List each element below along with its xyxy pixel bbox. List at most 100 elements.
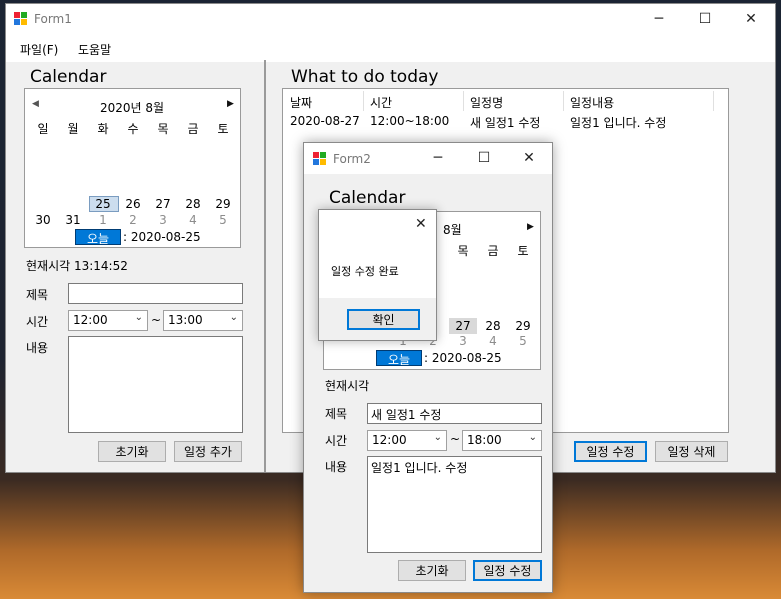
maximize-icon[interactable]: ☐ xyxy=(462,143,506,173)
today-button[interactable]: 오늘 xyxy=(376,350,422,367)
end-time-select[interactable]: 13:00 ⌄ xyxy=(163,310,243,331)
calendar-day[interactable]: 29 xyxy=(210,197,236,211)
prev-month-icon[interactable]: ◀ xyxy=(32,99,39,109)
calendar-day[interactable]: 2 xyxy=(120,213,146,227)
reset-button[interactable]: 초기화 xyxy=(98,441,166,462)
header-divider xyxy=(463,91,464,111)
title-input[interactable]: 새 일정1 수정 xyxy=(367,403,542,424)
close-icon[interactable]: ✕ xyxy=(415,216,427,232)
header-divider xyxy=(363,91,364,111)
column-header[interactable]: 일정명 xyxy=(470,94,503,111)
calendar-day[interactable]: 31 xyxy=(60,213,86,227)
cell-date: 2020-08-27 xyxy=(290,114,360,128)
title-label: 제목 xyxy=(26,288,49,302)
ok-button[interactable]: 확인 xyxy=(347,309,420,330)
chevron-down-icon: ⌄ xyxy=(229,312,238,323)
header-divider xyxy=(713,91,714,111)
edit-schedule-button[interactable]: 일정 수정 xyxy=(473,560,542,581)
window-title: Form2 xyxy=(333,152,371,166)
calendar-day[interactable]: 4 xyxy=(180,213,206,227)
today-date: : 2020-08-25 xyxy=(123,230,201,244)
content-textarea[interactable]: 일정1 입니다. 수정 xyxy=(367,456,542,553)
time-label: 시간 xyxy=(325,434,348,448)
vertical-divider xyxy=(264,60,266,472)
start-time-value: 12:00 xyxy=(372,433,407,447)
table-row[interactable]: 2020-08-27 12:00~18:00 새 일정1 수정 일정1 입니다.… xyxy=(283,113,728,131)
calendar-day[interactable]: 26 xyxy=(120,197,146,211)
weekday: 토 xyxy=(517,244,529,258)
column-header[interactable]: 일정내용 xyxy=(570,94,614,111)
app-icon xyxy=(313,152,327,166)
close-icon[interactable]: ✕ xyxy=(728,4,774,34)
menubar: 파일(F) 도움말 xyxy=(6,35,775,62)
today-date: : 2020-08-25 xyxy=(424,351,502,365)
start-time-select[interactable]: 12:00 ⌄ xyxy=(68,310,148,331)
calendar-day[interactable]: 3 xyxy=(450,334,476,348)
next-month-icon[interactable]: ▶ xyxy=(227,99,234,109)
weekday: 일 xyxy=(37,122,49,136)
dialog-message: 일정 수정 완료 xyxy=(331,265,399,278)
chevron-down-icon: ⌄ xyxy=(433,432,442,443)
calendar-day[interactable]: 29 xyxy=(510,319,536,333)
month-calendar[interactable]: ◀ 2020년 8월 ▶ 일 월 화 수 목 금 토 25 26 27 28 2… xyxy=(24,88,241,248)
edit-schedule-button[interactable]: 일정 수정 xyxy=(574,441,647,462)
title-input[interactable] xyxy=(68,283,243,304)
time-separator: ~ xyxy=(450,432,461,446)
current-time: 현재시각 xyxy=(325,379,370,393)
current-time: 현재시각 13:14:52 xyxy=(26,259,128,273)
today-button[interactable]: 오늘 xyxy=(75,229,121,246)
weekday: 토 xyxy=(217,122,229,136)
time-separator: ~ xyxy=(151,313,162,327)
calendar-day[interactable]: 5 xyxy=(210,213,236,227)
todo-title: What to do today xyxy=(291,67,439,87)
end-time-select[interactable]: 18:00 ⌄ xyxy=(462,430,542,451)
calendar-day[interactable]: 28 xyxy=(480,319,506,333)
calendar-day[interactable]: 1 xyxy=(90,213,116,227)
calendar-day[interactable]: 28 xyxy=(180,197,206,211)
menu-file[interactable]: 파일(F) xyxy=(20,41,58,58)
cell-content: 일정1 입니다. 수정 xyxy=(570,116,667,130)
weekday: 월 xyxy=(67,122,79,136)
next-month-icon[interactable]: ▶ xyxy=(527,222,534,232)
weekday: 금 xyxy=(187,122,199,136)
month-label: 8월 xyxy=(443,223,462,237)
weekday: 목 xyxy=(157,122,169,136)
content-textarea-value: 일정1 입니다. 수정 xyxy=(371,461,468,475)
cell-name: 새 일정1 수정 xyxy=(470,116,541,130)
minimize-icon[interactable]: ─ xyxy=(416,143,460,173)
reset-button[interactable]: 초기화 xyxy=(398,560,466,581)
end-time-value: 18:00 xyxy=(467,433,502,447)
menu-help[interactable]: 도움말 xyxy=(78,41,111,58)
column-header[interactable]: 날짜 xyxy=(290,94,312,111)
weekday: 목 xyxy=(457,244,469,258)
close-icon[interactable]: ✕ xyxy=(507,143,551,173)
calendar-day[interactable]: 25 xyxy=(90,197,116,211)
minimize-icon[interactable]: ─ xyxy=(636,4,682,34)
calendar-day[interactable]: 27 xyxy=(450,319,476,333)
calendar-day[interactable]: 27 xyxy=(150,197,176,211)
calendar-day[interactable]: 30 xyxy=(30,213,56,227)
calendar-day[interactable]: 4 xyxy=(480,334,506,348)
calendar-title: Calendar xyxy=(329,188,406,208)
column-header[interactable]: 시간 xyxy=(370,94,392,111)
app-icon xyxy=(14,12,28,26)
weekday: 금 xyxy=(487,244,499,258)
content-textarea[interactable] xyxy=(68,336,243,433)
form2-titlebar[interactable]: Form2 ─ ☐ ✕ xyxy=(304,143,552,174)
content-label: 내용 xyxy=(325,460,348,474)
calendar-day[interactable]: 5 xyxy=(510,334,536,348)
chevron-down-icon: ⌄ xyxy=(528,432,537,443)
month-label: 2020년 8월 xyxy=(100,101,165,115)
maximize-icon[interactable]: ☐ xyxy=(682,4,728,34)
cell-time: 12:00~18:00 xyxy=(370,114,450,128)
header-divider xyxy=(563,91,564,111)
delete-schedule-button[interactable]: 일정 삭제 xyxy=(655,441,728,462)
calendar-day[interactable]: 3 xyxy=(150,213,176,227)
form1-titlebar[interactable]: Form1 ─ ☐ ✕ xyxy=(6,4,775,35)
start-time-select[interactable]: 12:00 ⌄ xyxy=(367,430,447,451)
weekday: 수 xyxy=(127,122,139,136)
window-title: Form1 xyxy=(34,12,72,26)
chevron-down-icon: ⌄ xyxy=(134,312,143,323)
add-schedule-button[interactable]: 일정 추가 xyxy=(174,441,242,462)
end-time-value: 13:00 xyxy=(168,313,203,327)
